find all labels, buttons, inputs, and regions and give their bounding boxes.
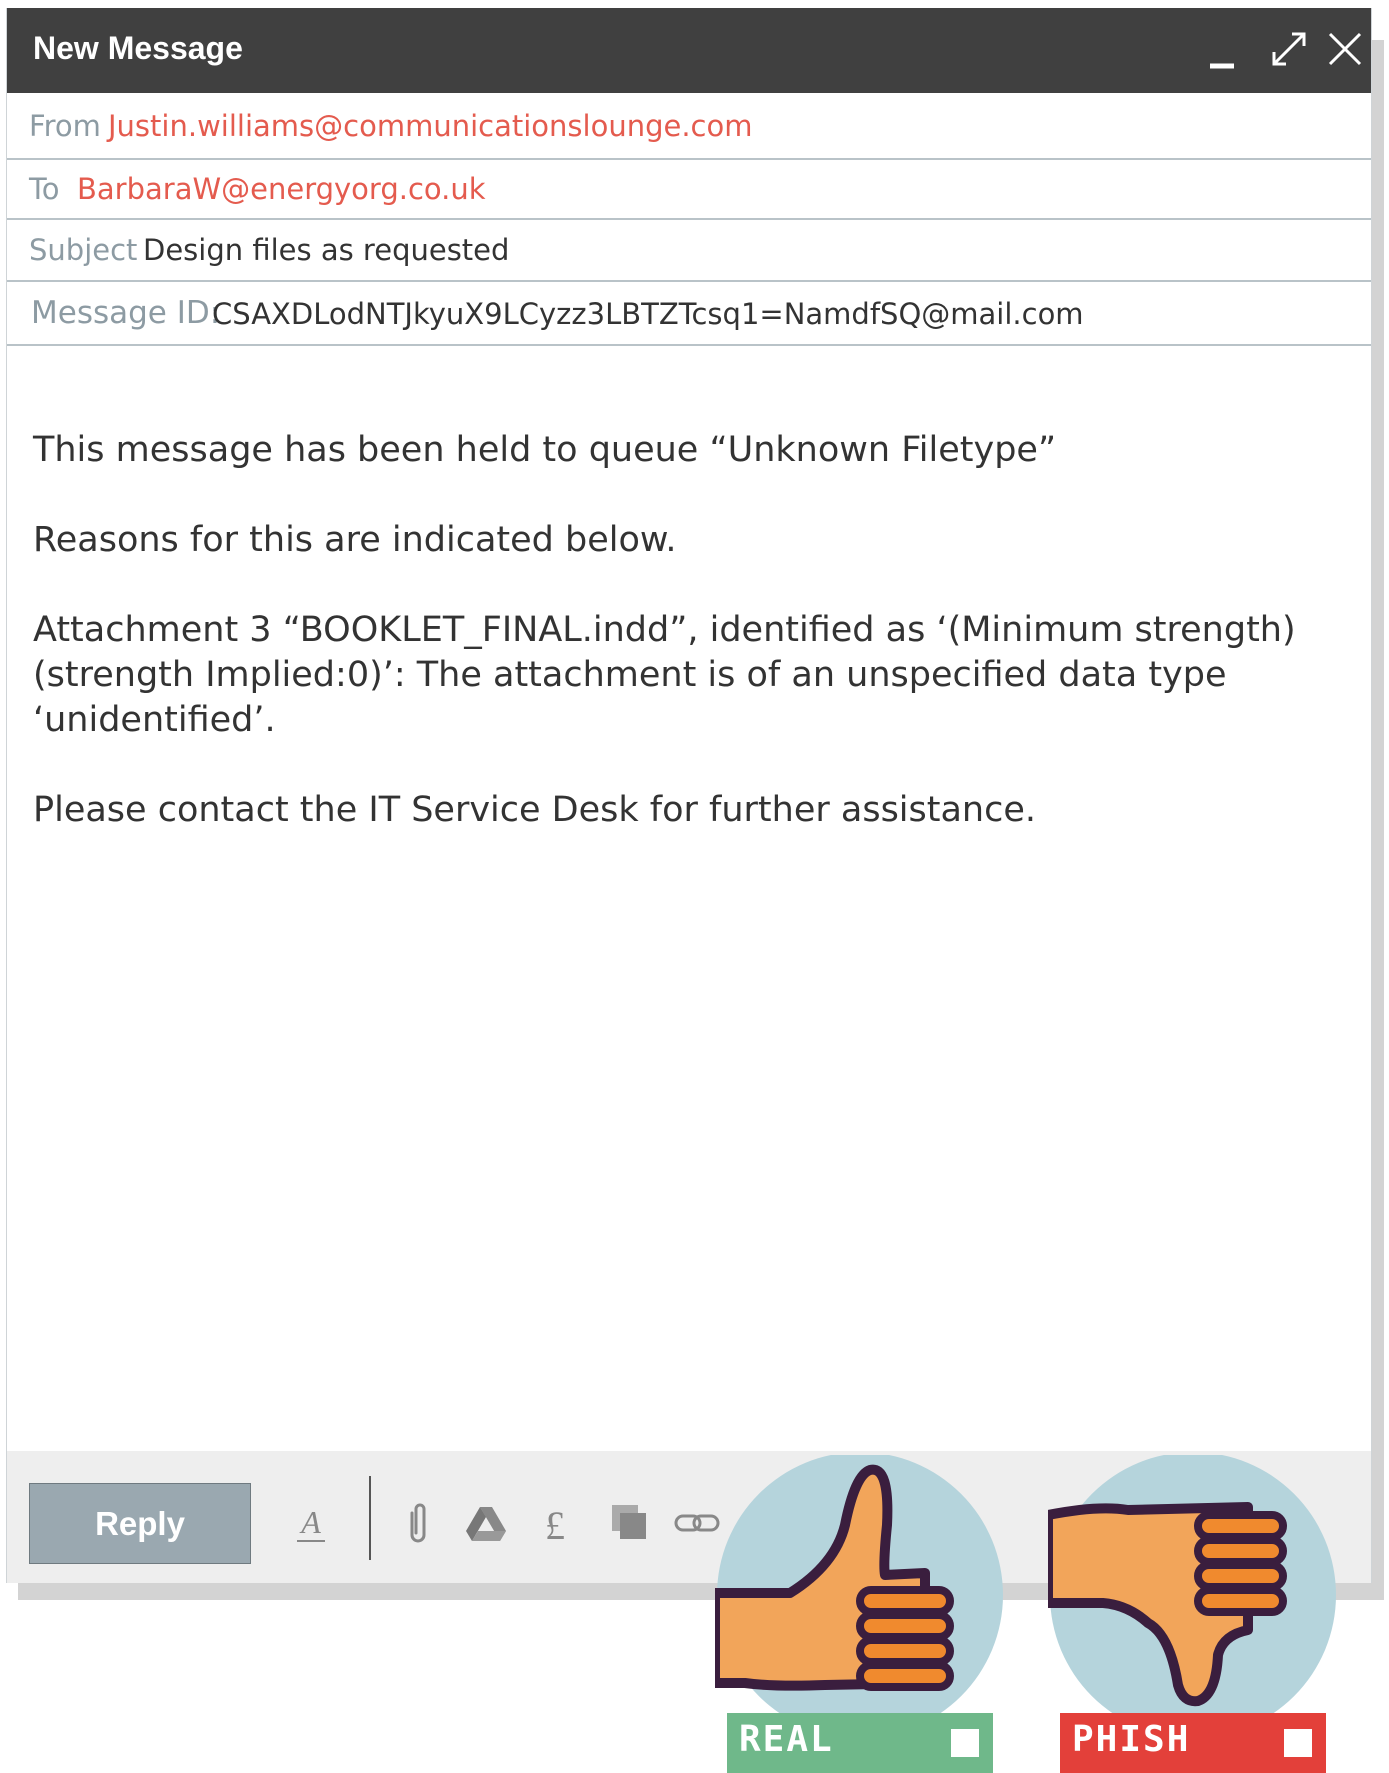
svg-text:£: £	[545, 1503, 565, 1547]
body-paragraph: This message has been held to queue “Unk…	[33, 430, 1057, 470]
copy-icon[interactable]	[606, 1499, 654, 1547]
thumbs-up-icon	[715, 1455, 1003, 1715]
message-id-value: CSAXDLodNTJkyuX9LCyzz3LBTZTcsq1=NamdfSQ@…	[212, 297, 1084, 331]
phish-vote-button[interactable]: PHISH	[1048, 1455, 1338, 1773]
real-label: REAL	[739, 1719, 834, 1760]
expand-icon[interactable]	[1266, 26, 1312, 72]
close-icon[interactable]	[1322, 26, 1368, 72]
pound-icon[interactable]: £	[531, 1499, 579, 1547]
phish-label-bar: PHISH	[1060, 1713, 1326, 1773]
attach-icon[interactable]	[394, 1499, 442, 1547]
svg-text:A: A	[299, 1504, 321, 1540]
from-address[interactable]: Justin.williams@communicationslounge.com	[108, 109, 753, 143]
message-id-label: Message ID:	[31, 295, 221, 331]
thumbs-down-icon	[1048, 1455, 1336, 1715]
from-row: From Justin.williams@communicationsloung…	[7, 93, 1371, 160]
body-paragraph: Please contact the IT Service Desk for f…	[33, 790, 1037, 830]
format-text-icon[interactable]: A	[287, 1499, 335, 1547]
real-label-bar: REAL	[727, 1713, 993, 1773]
from-label: From	[29, 109, 101, 143]
to-address[interactable]: BarbaraW@energyorg.co.uk	[77, 172, 486, 206]
phish-label: PHISH	[1072, 1719, 1191, 1760]
real-vote-button[interactable]: REAL	[715, 1455, 1005, 1773]
drive-icon[interactable]	[462, 1499, 510, 1547]
to-row: To BarbaraW@energyorg.co.uk	[7, 160, 1371, 220]
reply-button[interactable]: Reply	[29, 1483, 251, 1564]
subject-row: Subject Design files as requested	[7, 220, 1371, 282]
message-body: This message has been held to queue “Unk…	[33, 428, 1353, 878]
title-bar: New Message	[7, 8, 1371, 93]
message-id-row: Message ID: CSAXDLodNTJkyuX9LCyzz3LBTZTc…	[7, 282, 1371, 346]
phish-checkbox[interactable]	[1284, 1729, 1312, 1757]
subject-label: Subject	[29, 233, 138, 267]
body-paragraph: Attachment 3 “BOOKLET_FINAL.indd”, ident…	[33, 610, 1296, 740]
window-title: New Message	[33, 30, 243, 66]
real-checkbox[interactable]	[951, 1729, 979, 1757]
body-paragraph: Reasons for this are indicated below.	[33, 520, 677, 560]
compose-window: New Message From Justin.williams@communi…	[6, 8, 1372, 1583]
to-label: To	[29, 172, 60, 206]
subject-value: Design files as requested	[143, 233, 510, 267]
link-icon[interactable]	[673, 1499, 721, 1547]
minimize-icon[interactable]	[1206, 26, 1252, 72]
toolbar-divider	[369, 1476, 371, 1560]
